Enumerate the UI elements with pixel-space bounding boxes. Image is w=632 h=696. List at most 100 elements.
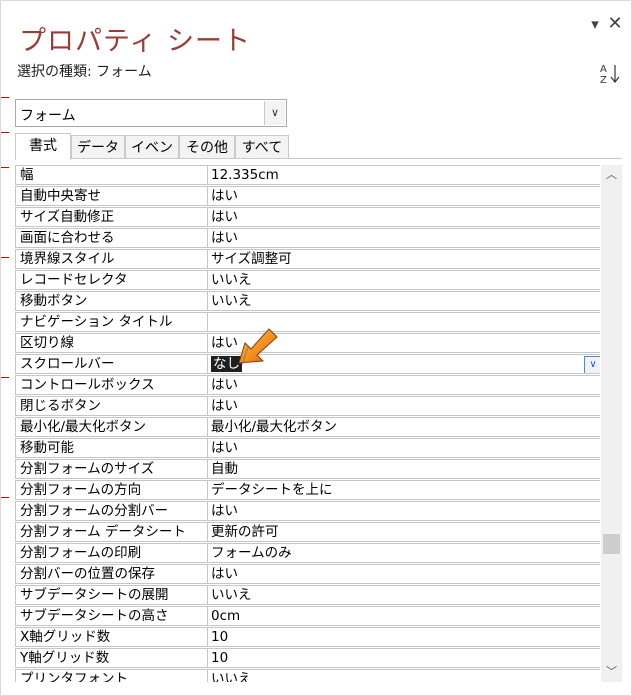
property-row[interactable]: 最小化/最大化ボタン 最小化/最大化ボタン (15, 417, 600, 438)
property-name: サブデータシートの高さ (15, 606, 207, 626)
property-value[interactable]: はい (207, 186, 600, 206)
property-name: 画面に合わせる (15, 228, 207, 248)
property-row[interactable]: 分割フォームの分割バー はい (15, 501, 600, 522)
property-value[interactable]: サイズ調整可 (207, 249, 600, 269)
property-row[interactable]: サブデータシートの高さ 0cm (15, 606, 600, 627)
property-row[interactable]: 分割バーの位置の保存 はい (15, 564, 600, 585)
property-row[interactable]: 閉じるボタン はい (15, 396, 600, 417)
scroll-down-icon[interactable]: ﹀ (601, 662, 622, 682)
tab-all[interactable]: すべて (235, 135, 289, 159)
property-value-text: いいえ (211, 587, 252, 603)
property-row[interactable]: 移動ボタン いいえ (15, 291, 600, 312)
property-value-text: 自動 (211, 461, 238, 477)
property-row[interactable]: 幅 12.335cm (15, 165, 600, 186)
svg-text:A: A (600, 64, 607, 75)
property-value[interactable]: データシートを上に (207, 480, 600, 500)
property-value[interactable]: 最小化/最大化ボタン (207, 417, 600, 437)
property-row[interactable]: 移動可能 はい (15, 438, 600, 459)
property-name: 分割フォームの方向 (15, 480, 207, 500)
close-icon[interactable]: ✕ (606, 15, 624, 33)
property-name: 移動ボタン (15, 291, 207, 311)
property-value-text: はい (211, 566, 238, 582)
property-value[interactable]: いいえ (207, 270, 600, 290)
property-name: プリンタフォント (15, 669, 207, 682)
property-name: 境界線スタイル (15, 249, 207, 269)
chevron-down-icon[interactable]: ▾ (586, 15, 604, 33)
property-value-text: サイズ調整可 (211, 251, 292, 267)
property-value[interactable]: 0cm (207, 606, 600, 626)
tab-data[interactable]: データ (71, 135, 125, 159)
chevron-down-icon[interactable]: ∨ (264, 101, 285, 125)
property-sheet-window: プロパティ シート 選択の種類: フォーム ▾ ✕ A Z フォーム ∨ 書式 … (0, 0, 632, 696)
property-row[interactable]: 区切り線 はい (15, 333, 600, 354)
property-value-text: はい (211, 335, 238, 351)
chevron-down-icon[interactable]: ∨ (584, 356, 600, 373)
scroll-up-icon[interactable]: ︿ (601, 165, 622, 185)
property-value[interactable]: はい (207, 501, 600, 521)
vertical-scrollbar[interactable]: ︿ ﹀ (601, 165, 622, 682)
tab-format[interactable]: 書式 (15, 133, 71, 160)
property-row[interactable]: Y軸グリッド数 10 (15, 648, 600, 669)
property-value-text: はい (211, 398, 238, 414)
property-row[interactable]: サイズ自動修正 はい (15, 207, 600, 228)
property-value[interactable]: 10 (207, 627, 600, 647)
property-row[interactable]: 分割フォームの方向 データシートを上に (15, 480, 600, 501)
property-row[interactable]: 分割フォームのサイズ 自動 (15, 459, 600, 480)
property-value[interactable]: 10 (207, 648, 600, 668)
property-value-text: はい (211, 230, 238, 246)
property-value-text: 更新の許可 (211, 524, 279, 540)
property-value-text: いいえ (211, 272, 252, 288)
edge-mark (1, 497, 9, 498)
property-value-text: はい (211, 377, 238, 393)
property-row[interactable]: サブデータシートの展開 いいえ (15, 585, 600, 606)
property-name: X軸グリッド数 (15, 627, 207, 647)
property-value[interactable]: いいえ (207, 669, 600, 682)
svg-text:Z: Z (600, 75, 607, 85)
property-value-text: はい (211, 209, 238, 225)
property-value[interactable]: 更新の許可 (207, 522, 600, 542)
property-row[interactable]: 分割フォーム データシート 更新の許可 (15, 522, 600, 543)
property-row[interactable]: 画面に合わせる はい (15, 228, 600, 249)
property-value-text: フォームのみ (211, 545, 292, 561)
property-row[interactable]: プリンタフォント いいえ (15, 669, 600, 682)
property-row[interactable]: コントロールボックス はい (15, 375, 600, 396)
property-value-text: 10 (211, 629, 229, 645)
edge-mark (1, 257, 9, 258)
property-name: 分割フォーム データシート (15, 522, 207, 542)
edge-mark (1, 377, 9, 378)
property-value-text: データシートを上に (211, 482, 333, 498)
property-name: サブデータシートの展開 (15, 585, 207, 605)
property-value[interactable]: 12.335cm (207, 165, 600, 185)
edge-mark (1, 97, 9, 98)
property-name: ナビゲーション タイトル (15, 312, 207, 332)
property-value[interactable]: はい (207, 375, 600, 395)
property-row[interactable]: ナビゲーション タイトル (15, 312, 600, 333)
sort-az-icon[interactable]: A Z (598, 61, 622, 86)
property-row[interactable]: 自動中央寄せ はい (15, 186, 600, 207)
edge-mark (1, 167, 9, 168)
property-name: 分割フォームの印刷 (15, 543, 207, 563)
property-row[interactable]: スクロールバー なし ∨ (15, 354, 600, 375)
property-row[interactable]: X軸グリッド数 10 (15, 627, 600, 648)
property-value[interactable]: フォームのみ (207, 543, 600, 563)
property-row[interactable]: 分割フォームの印刷 フォームのみ (15, 543, 600, 564)
page-title: プロパティ シート (19, 26, 251, 57)
property-value[interactable]: はい (207, 438, 600, 458)
property-name: 最小化/最大化ボタン (15, 417, 207, 437)
property-value[interactable]: いいえ (207, 291, 600, 311)
property-value[interactable]: はい (207, 564, 600, 584)
property-row[interactable]: 境界線スタイル サイズ調整可 (15, 249, 600, 270)
tab-event[interactable]: イベント (125, 135, 179, 180)
property-row[interactable]: レコードセレクタ いいえ (15, 270, 600, 291)
property-value[interactable]: いいえ (207, 585, 600, 605)
tab-other[interactable]: その他 (179, 135, 235, 159)
panel-divider (15, 158, 622, 159)
property-value[interactable]: 自動 (207, 459, 600, 479)
scrollbar-thumb[interactable] (603, 534, 620, 554)
property-value[interactable]: はい (207, 396, 600, 416)
property-value[interactable]: はい (207, 228, 600, 248)
property-value[interactable]: はい (207, 207, 600, 227)
property-name: サイズ自動修正 (15, 207, 207, 227)
property-name: 移動可能 (15, 438, 207, 458)
object-selector-combo[interactable]: フォーム ∨ (15, 99, 287, 127)
